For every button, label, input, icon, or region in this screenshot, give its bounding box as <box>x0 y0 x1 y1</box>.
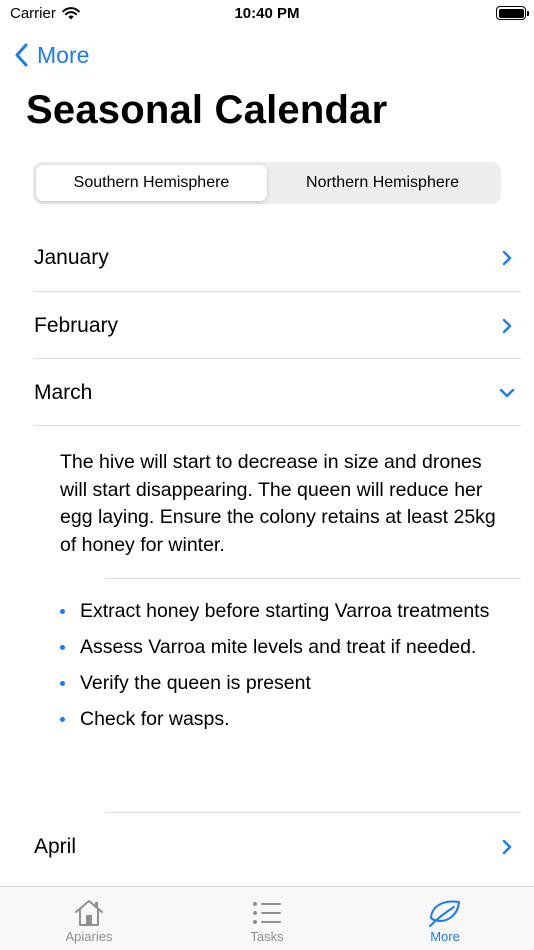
task-list: Extract honey before starting Varroa tre… <box>60 598 500 742</box>
bullet-icon <box>60 634 68 661</box>
status-time: 10:40 PM <box>234 5 300 22</box>
tab-label: Apiaries <box>65 929 113 944</box>
month-label: February <box>34 313 119 337</box>
month-label: March <box>34 380 93 404</box>
bullet-icon <box>60 598 68 625</box>
chevron-right-icon <box>493 318 521 334</box>
task-text: Extract honey before starting Varroa tre… <box>80 600 490 622</box>
bullet-icon <box>60 670 68 697</box>
list-icon <box>251 897 283 929</box>
tab-more[interactable]: More <box>356 887 534 950</box>
task-item: Assess Varroa mite levels and treat if n… <box>60 634 500 661</box>
tab-bar: Apiaries Tasks More <box>0 886 534 950</box>
task-text: Verify the queen is present <box>80 672 311 694</box>
chevron-left-icon <box>15 43 28 67</box>
row-divider <box>34 425 521 426</box>
month-label: April <box>34 834 77 858</box>
chevron-right-icon <box>493 839 521 855</box>
task-text: Assess Varroa mite levels and treat if n… <box>80 636 477 658</box>
battery-icon <box>496 6 529 20</box>
status-bar: Carrier 10:40 PM <box>0 0 534 30</box>
month-row-march[interactable]: March <box>34 359 521 426</box>
month-description: The hive will start to decrease in size … <box>60 451 496 556</box>
back-label: More <box>37 41 90 68</box>
tab-apiaries[interactable]: Apiaries <box>0 887 178 950</box>
month-row-april[interactable]: April <box>34 813 521 880</box>
bullet-icon <box>60 706 68 733</box>
task-text: Check for wasps. <box>80 708 230 730</box>
task-item: Check for wasps. <box>60 706 500 733</box>
house-icon <box>72 897 106 929</box>
segment-northern-hemisphere[interactable]: Northern Hemisphere <box>267 165 498 201</box>
page-title: Seasonal Calendar <box>26 88 388 132</box>
task-item: Extract honey before starting Varroa tre… <box>60 598 500 625</box>
tab-tasks[interactable]: Tasks <box>178 887 356 950</box>
month-row-february[interactable]: February <box>34 292 521 359</box>
segment-southern-hemisphere[interactable]: Southern Hemisphere <box>36 165 267 201</box>
hemisphere-segmented-control: Southern Hemisphere Northern Hemisphere <box>33 162 501 204</box>
back-button[interactable]: More <box>14 38 89 72</box>
leaf-icon <box>428 897 462 929</box>
month-label: January <box>34 245 109 269</box>
chevron-down-icon <box>493 388 521 398</box>
task-item: Verify the queen is present <box>60 670 500 697</box>
tab-label: Tasks <box>250 929 284 944</box>
section-divider <box>105 578 521 579</box>
tab-label: More <box>430 929 460 944</box>
chevron-right-icon <box>493 250 521 266</box>
month-row-january[interactable]: January <box>34 224 521 291</box>
